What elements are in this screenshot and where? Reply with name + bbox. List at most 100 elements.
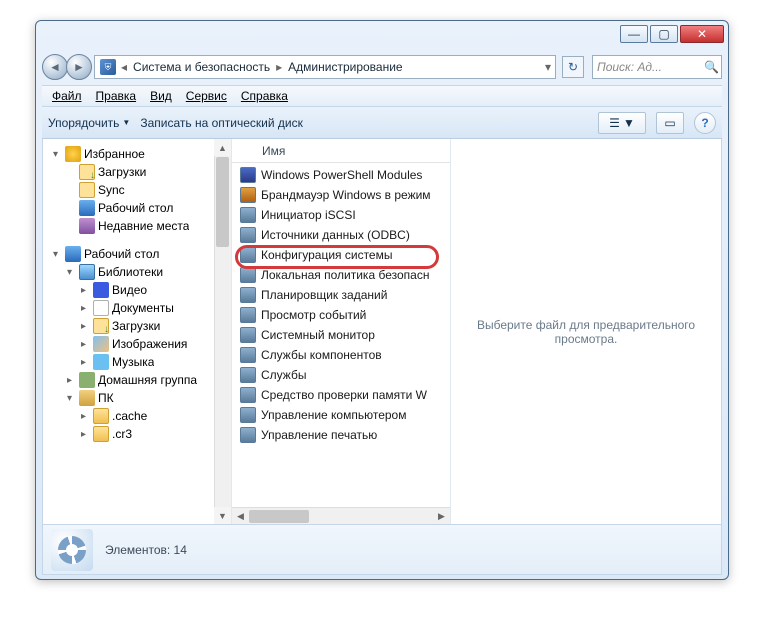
shortcut-icon (240, 367, 256, 383)
chevron-down-icon: ▼ (122, 118, 130, 127)
desktop-icon (65, 246, 81, 262)
music-icon (93, 354, 109, 370)
nav-libraries[interactable]: ▾Библиотеки (43, 263, 231, 281)
menu-view[interactable]: Вид (144, 87, 178, 105)
file-item[interactable]: Службы компонентов (232, 345, 450, 365)
admin-tools-icon (51, 529, 93, 571)
file-item-highlighted[interactable]: Конфигурация системы (232, 245, 450, 265)
nav-pc[interactable]: ▾ПК (43, 389, 231, 407)
nav-videos[interactable]: ▸Видео (43, 281, 231, 299)
file-list-pane: Имя Windows PowerShell Modules Брандмауэ… (231, 139, 451, 524)
homegroup-icon (79, 372, 95, 388)
minimize-button[interactable]: — (620, 25, 648, 43)
file-item[interactable]: Просмотр событий (232, 305, 450, 325)
nav-desktop-root[interactable]: ▾Рабочий стол (43, 245, 231, 263)
chevron-left-icon: ◂ (119, 60, 129, 74)
shortcut-icon (240, 207, 256, 223)
menu-help[interactable]: Справка (235, 87, 294, 105)
chevron-right-icon: ▸ (274, 60, 284, 74)
titlebar: — ▢ ✕ (36, 21, 728, 51)
shield-icon: ⛨ (100, 59, 116, 75)
scroll-left-icon[interactable]: ◀ (232, 508, 249, 525)
file-item[interactable]: Управление печатью (232, 425, 450, 445)
search-input[interactable]: Поиск: Ад... 🔍 (592, 55, 722, 79)
desktop-icon (79, 200, 95, 216)
nav-row: ◄ ► ⛨ ◂ Система и безопасность ▸ Админис… (42, 51, 722, 83)
scroll-thumb[interactable] (216, 157, 229, 247)
breadcrumb-system-security[interactable]: Система и безопасность (129, 56, 274, 78)
shortcut-icon (240, 227, 256, 243)
forward-button[interactable]: ► (66, 54, 92, 80)
close-button[interactable]: ✕ (680, 25, 724, 43)
scroll-down-icon[interactable]: ▼ (214, 507, 231, 524)
shortcut-icon (240, 387, 256, 403)
organize-button[interactable]: Упорядочить▼ (48, 116, 130, 130)
chevron-down-icon: ▼ (623, 116, 635, 130)
image-icon (93, 336, 109, 352)
shortcut-icon (240, 287, 256, 303)
folder-icon (93, 426, 109, 442)
file-item[interactable]: Локальная политика безопасн (232, 265, 450, 285)
content-area: ▾Избранное Загрузки Sync Рабочий стол Не… (42, 139, 722, 525)
view-mode-button[interactable]: ☰▼ (598, 112, 646, 134)
menu-tools[interactable]: Сервис (180, 87, 233, 105)
file-item[interactable]: Планировщик заданий (232, 285, 450, 305)
menu-file[interactable]: Файл (46, 87, 88, 105)
recent-icon (79, 218, 95, 234)
file-item[interactable]: Инициатор iSCSI (232, 205, 450, 225)
maximize-button[interactable]: ▢ (650, 25, 678, 43)
nav-cr3[interactable]: ▸.cr3 (43, 425, 231, 443)
nav-documents[interactable]: ▸Документы (43, 299, 231, 317)
dropdown-icon[interactable]: ▾ (543, 60, 553, 74)
file-item[interactable]: Средство проверки памяти W (232, 385, 450, 405)
nav-desktop[interactable]: Рабочий стол (43, 199, 231, 217)
address-bar[interactable]: ⛨ ◂ Система и безопасность ▸ Администрир… (94, 55, 556, 79)
burn-button[interactable]: Записать на оптический диск (140, 116, 303, 130)
shortcut-icon (240, 307, 256, 323)
folder-icon (93, 318, 109, 334)
file-item[interactable]: Источники данных (ODBC) (232, 225, 450, 245)
column-name[interactable]: Имя (232, 139, 450, 163)
nav-music[interactable]: ▸Музыка (43, 353, 231, 371)
nav-downloads2[interactable]: ▸Загрузки (43, 317, 231, 335)
toolbar: Упорядочить▼ Записать на оптический диск… (42, 107, 722, 139)
shortcut-icon (240, 167, 256, 183)
file-item[interactable]: Брандмауэр Windows в режим (232, 185, 450, 205)
scroll-thumb[interactable] (249, 510, 309, 523)
preview-pane-button[interactable]: ▭ (656, 112, 684, 134)
nav-homegroup[interactable]: ▸Домашняя группа (43, 371, 231, 389)
shortcut-icon (240, 327, 256, 343)
file-item[interactable]: Управление компьютером (232, 405, 450, 425)
video-icon (93, 282, 109, 298)
nav-buttons: ◄ ► (42, 54, 90, 80)
file-list: Windows PowerShell Modules Брандмауэр Wi… (232, 163, 450, 507)
nav-favorites[interactable]: ▾Избранное (43, 145, 231, 163)
preview-pane: Выберите файл для предварительного просм… (451, 139, 721, 524)
nav-cache[interactable]: ▸.cache (43, 407, 231, 425)
nav-downloads[interactable]: Загрузки (43, 163, 231, 181)
file-hscrollbar[interactable]: ◀ ▶ (232, 507, 450, 524)
shortcut-icon (240, 267, 256, 283)
file-item[interactable]: Службы (232, 365, 450, 385)
nav-pictures[interactable]: ▸Изображения (43, 335, 231, 353)
nav-recent[interactable]: Недавние места (43, 217, 231, 235)
scroll-right-icon[interactable]: ▶ (433, 508, 450, 525)
breadcrumb-administration[interactable]: Администрирование (284, 56, 406, 78)
file-item[interactable]: Windows PowerShell Modules (232, 165, 450, 185)
folder-icon (79, 164, 95, 180)
refresh-button[interactable]: ↻ (562, 56, 584, 78)
help-button[interactable]: ? (694, 112, 716, 134)
file-item[interactable]: Системный монитор (232, 325, 450, 345)
folder-icon (93, 408, 109, 424)
nav-sync[interactable]: Sync (43, 181, 231, 199)
scroll-up-icon[interactable]: ▲ (214, 139, 231, 156)
search-icon: 🔍 (704, 60, 719, 74)
nav-scrollbar[interactable]: ▲ ▼ (214, 139, 231, 524)
shortcut-icon (240, 427, 256, 443)
window: — ▢ ✕ ◄ ► ⛨ ◂ Система и безопасность ▸ А… (35, 20, 729, 580)
back-button[interactable]: ◄ (42, 54, 68, 80)
status-bar: Элементов: 14 (42, 525, 722, 575)
star-icon (65, 146, 81, 162)
user-icon (79, 390, 95, 406)
menu-edit[interactable]: Правка (90, 87, 143, 105)
